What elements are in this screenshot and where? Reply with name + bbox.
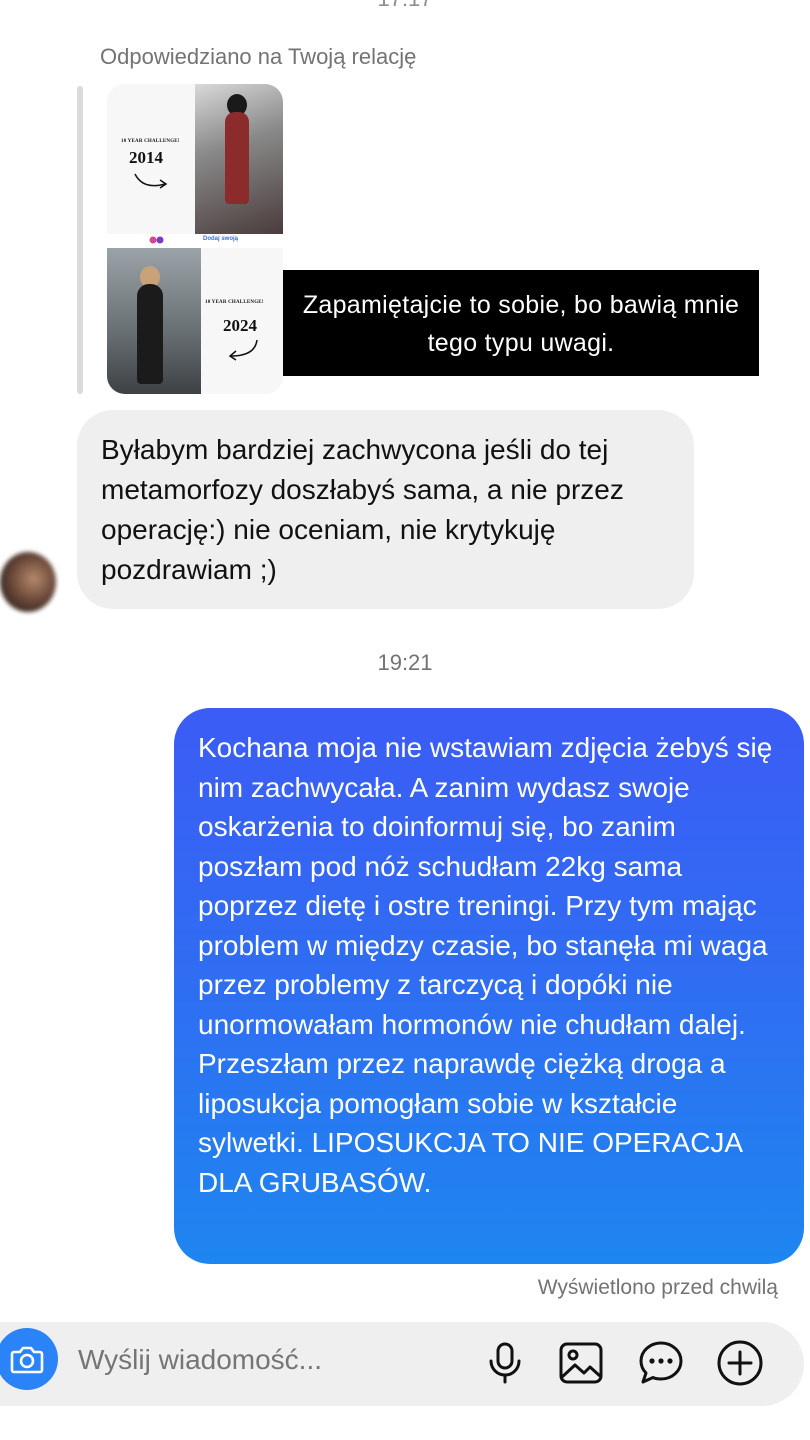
camera-icon xyxy=(10,1346,44,1374)
figure-body xyxy=(137,284,163,384)
outgoing-message[interactable]: Kochana moja nie wstawiam zdjęcia żebyś … xyxy=(174,708,804,1264)
reply-indicator-bar xyxy=(77,86,83,394)
profile-badge-icon xyxy=(149,236,164,244)
reply-label: Odpowiedziano na Twoją relację xyxy=(100,44,417,69)
microphone-icon xyxy=(489,1342,521,1384)
story-caption: Zapamiętajcie to sobie, bo bawią mnie te… xyxy=(283,270,759,376)
top-timestamp: 17:17 xyxy=(0,0,810,12)
gallery-icon xyxy=(559,1342,603,1384)
year-2024: 2024 xyxy=(223,316,257,335)
story-tag xyxy=(149,236,167,246)
challenge-label-top: 10 YEAR CHALLENGE! xyxy=(121,139,180,144)
message-timestamp: 19:21 xyxy=(377,650,433,675)
seen-status: Wyświetlono przed chwilą xyxy=(537,1276,778,1299)
story-add-yours-link[interactable]: Dodaj swoją xyxy=(203,236,238,242)
sticker-icon xyxy=(639,1341,683,1384)
figure-body xyxy=(225,112,249,204)
story-thumbnail[interactable]: 10 YEAR CHALLENGE! 2014 Dodaj swoją 10 Y… xyxy=(107,84,283,394)
message-input[interactable] xyxy=(78,1344,458,1376)
curved-arrow-icon xyxy=(134,173,168,189)
challenge-label-bottom: 10 YEAR CHALLENGE! xyxy=(205,300,264,305)
gallery-button[interactable] xyxy=(556,1338,606,1388)
microphone-button[interactable] xyxy=(480,1338,530,1388)
incoming-message[interactable]: Byłabym bardziej zachwycona jeśli do tej… xyxy=(77,410,694,609)
year-2014: 2014 xyxy=(129,148,163,167)
add-button[interactable] xyxy=(715,1338,765,1388)
avatar[interactable] xyxy=(0,552,56,612)
plus-icon xyxy=(717,1340,763,1386)
curved-arrow-icon xyxy=(228,339,258,361)
sticker-button[interactable] xyxy=(636,1338,686,1388)
story-divider xyxy=(107,234,283,248)
